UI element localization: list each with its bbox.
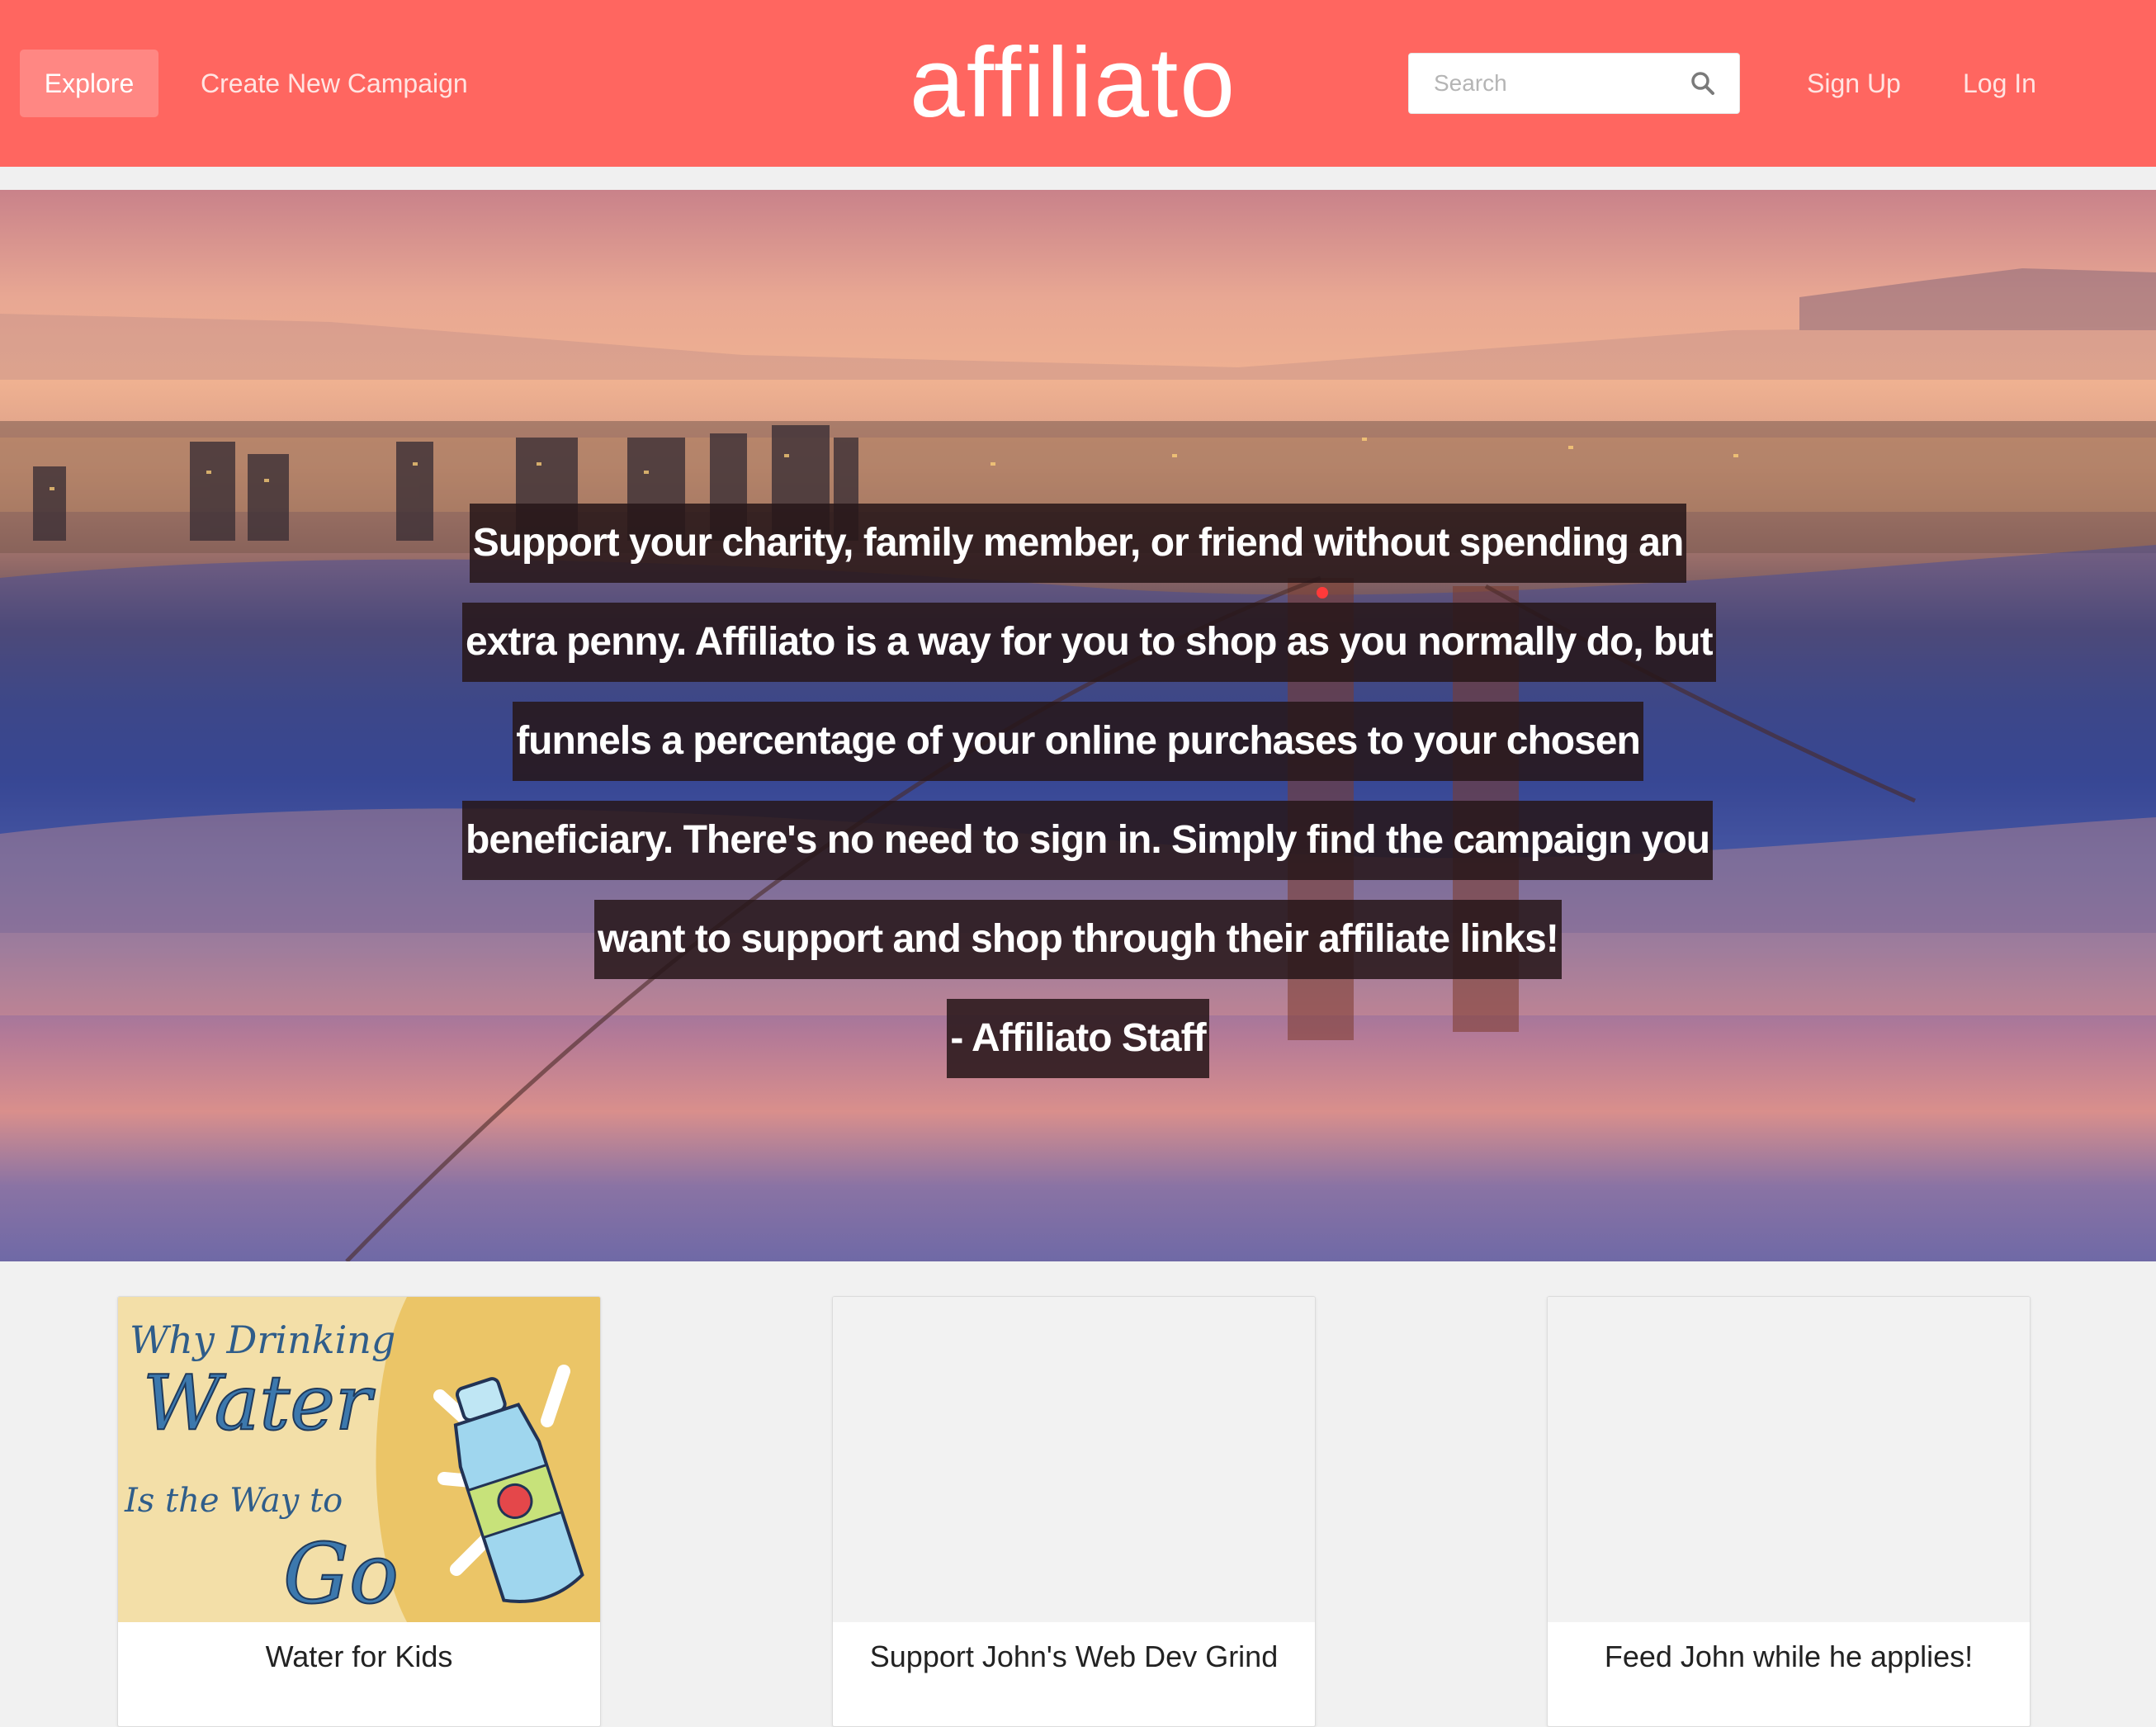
campaign-title[interactable]: Support John's Web Dev Grind <box>833 1622 1315 1692</box>
brand-logo[interactable]: affiliato <box>908 25 1238 140</box>
campaign-description <box>151 1701 567 1726</box>
search-input[interactable] <box>1409 54 1681 113</box>
hero-quote-line: Support your charity, family member, or … <box>469 504 1687 583</box>
search-icon[interactable] <box>1688 69 1718 98</box>
header-divider <box>0 167 2156 190</box>
campaign-image-water: Why Drinking Water Is the Way to Go <box>118 1297 600 1622</box>
campaign-image-text: Is the Way to <box>124 1482 343 1520</box>
hero-quote-line: want to support and shop through their a… <box>594 900 1562 979</box>
campaign-image-text: Why Drinking <box>130 1318 395 1362</box>
log-in-link[interactable]: Log In <box>1963 50 2036 117</box>
sign-up-link[interactable]: Sign Up <box>1807 50 1901 117</box>
campaign-card[interactable]: Feed John while he applies! <box>1547 1296 2031 1727</box>
hero-banner: Support your charity, family member, or … <box>0 190 2156 1261</box>
campaign-image-text: Water <box>143 1359 376 1447</box>
search-box <box>1408 53 1740 114</box>
campaign-description <box>866 1701 1282 1726</box>
campaign-card[interactable]: Why Drinking Water Is the Way to Go Wate… <box>117 1296 601 1727</box>
hero-quote-line: extra penny. Affiliato is a way for you … <box>462 603 1716 682</box>
campaign-title[interactable]: Water for Kids <box>118 1622 600 1692</box>
create-campaign-link[interactable]: Create New Campaign <box>201 50 468 117</box>
campaign-card[interactable]: Support John's Web Dev Grind <box>832 1296 1316 1727</box>
hero-quote-attribution: - Affiliato Staff <box>947 999 1209 1078</box>
hero-quote: Support your charity, family member, or … <box>462 504 1716 1098</box>
hero-quote-line: funnels a percentage of your online purc… <box>513 702 1643 781</box>
campaign-description <box>1581 1701 1997 1726</box>
campaign-image-text: Go <box>283 1526 399 1622</box>
top-navbar: Explore Create New Campaign affiliato Si… <box>0 0 2156 167</box>
explore-button[interactable]: Explore <box>20 50 158 117</box>
hero-quote-line: beneficiary. There's no need to sign in.… <box>462 801 1714 880</box>
campaign-image-placeholder <box>1548 1297 2030 1622</box>
campaign-image-placeholder <box>833 1297 1315 1622</box>
campaign-title[interactable]: Feed John while he applies! <box>1548 1622 2030 1692</box>
